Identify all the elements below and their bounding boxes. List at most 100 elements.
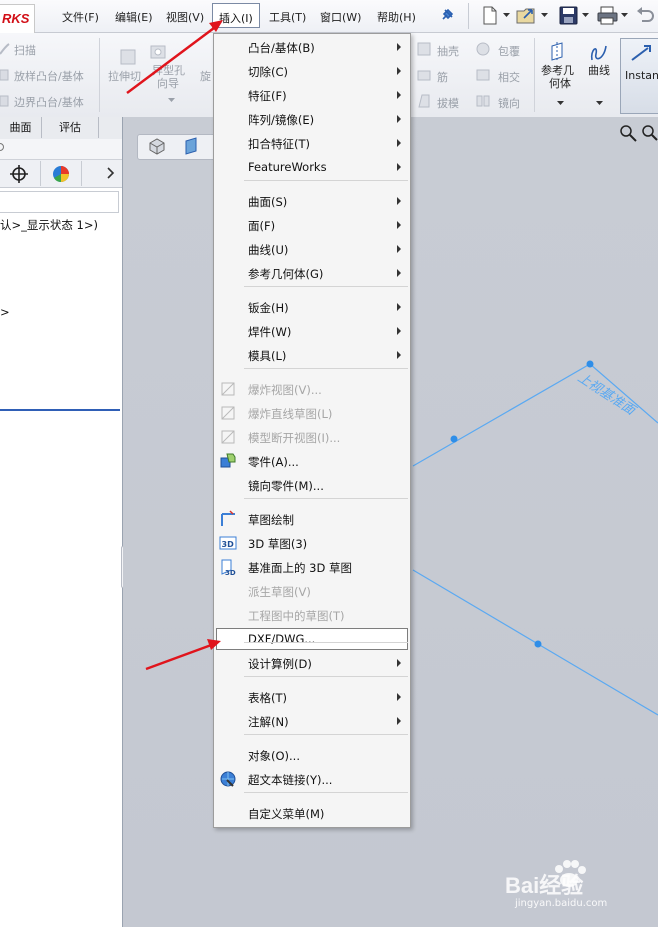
menu-separator bbox=[244, 792, 408, 793]
chevron-down-icon[interactable] bbox=[596, 101, 603, 106]
insert-menu-item[interactable]: 基准面上的 3D 草图 3D bbox=[214, 556, 410, 578]
rib-label[interactable]: 筋 bbox=[437, 69, 448, 85]
insert-menu-item[interactable]: 钣金(H) bbox=[214, 296, 410, 318]
hole-wizard-label-2[interactable]: 向导 bbox=[157, 75, 179, 91]
insert-menu-item-label: 3D 草图(3) bbox=[248, 537, 308, 551]
insert-menu-item[interactable]: 对象(O)... bbox=[214, 744, 410, 766]
tab-surfaces[interactable]: 曲面 bbox=[0, 117, 42, 138]
submenu-arrow-icon bbox=[397, 197, 401, 205]
revolve-cut-label[interactable]: 旋 bbox=[200, 68, 211, 84]
tree-item-label[interactable]: > bbox=[0, 305, 10, 319]
wrap-label[interactable]: 包覆 bbox=[498, 43, 520, 59]
loft-boss-icon bbox=[0, 69, 9, 81]
insert-menu-item[interactable]: 切除(C) bbox=[214, 60, 410, 82]
chevron-down-icon[interactable] bbox=[621, 13, 628, 18]
insert-menu-item-label: 基准面上的 3D 草图 bbox=[248, 561, 352, 575]
menu-insert[interactable]: 插入(I) bbox=[212, 3, 260, 28]
menu-tools[interactable]: 工具(T) bbox=[269, 9, 306, 25]
insert-menu-item[interactable]: 参考几何体(G) bbox=[214, 262, 410, 284]
save-icon[interactable] bbox=[559, 6, 578, 25]
insert-menu-item-label: 设计算例(D) bbox=[248, 657, 312, 671]
appearance-pie-icon bbox=[53, 166, 69, 183]
filter-icon[interactable] bbox=[0, 143, 6, 153]
insert-menu-item[interactable]: 零件(A)... bbox=[214, 450, 410, 472]
3d-sketch-on-plane-icon: 3D bbox=[221, 559, 236, 576]
tree-root-label[interactable]: 认>_显示状态 1>) bbox=[0, 217, 98, 233]
insert-menu-item[interactable]: 表格(T) bbox=[214, 686, 410, 708]
extrude-cut-label[interactable]: 拉伸切 bbox=[108, 68, 141, 84]
instant3d-label[interactable]: Instant bbox=[625, 69, 658, 82]
insert-menu-item[interactable]: FeatureWorks bbox=[214, 156, 410, 178]
submenu-arrow-icon bbox=[397, 327, 401, 335]
crosshair-icon bbox=[10, 165, 28, 183]
insert-menu-item-label: 爆炸视图(V)... bbox=[248, 383, 322, 397]
insert-menu-item[interactable]: 超文本链接(Y)... bbox=[214, 768, 410, 790]
chevron-down-icon[interactable] bbox=[582, 13, 589, 18]
new-document-icon[interactable] bbox=[482, 6, 498, 25]
insert-menu-item-label: 表格(T) bbox=[248, 691, 287, 705]
explode-line-icon bbox=[221, 406, 235, 420]
chevron-down-icon[interactable] bbox=[503, 13, 510, 18]
tree-filter-field[interactable] bbox=[0, 191, 119, 213]
insert-menu-item[interactable]: 焊件(W) bbox=[214, 320, 410, 342]
tab-evaluate[interactable]: 评估 bbox=[42, 117, 99, 138]
insert-menu-item[interactable]: 3D 草图(3) 3D bbox=[214, 532, 410, 554]
insert-menu-item-label: FeatureWorks bbox=[248, 160, 327, 174]
undo-icon[interactable] bbox=[636, 7, 654, 23]
insert-menu-item[interactable]: 设计算例(D) bbox=[214, 652, 410, 674]
insert-menu-item: 派生草图(V) bbox=[214, 580, 410, 602]
submenu-arrow-icon bbox=[397, 67, 401, 75]
insert-menu-item[interactable]: 草图绘制 bbox=[214, 508, 410, 530]
insert-menu-item[interactable]: 阵列/镜像(E) bbox=[214, 108, 410, 130]
insert-menu-item-label: 镜向零件(M)... bbox=[248, 479, 324, 493]
submenu-arrow-icon bbox=[397, 245, 401, 253]
sweep-icon bbox=[0, 43, 10, 55]
shell-label[interactable]: 抽壳 bbox=[437, 43, 459, 59]
insert-menu-item[interactable]: 特征(F) bbox=[214, 84, 410, 106]
curves-icon[interactable] bbox=[588, 42, 610, 62]
chevron-right-icon[interactable] bbox=[107, 167, 115, 179]
insert-menu-item[interactable]: 曲面(S) bbox=[214, 190, 410, 212]
insert-menu-item[interactable]: 曲线(U) bbox=[214, 238, 410, 260]
mirror-label[interactable]: 镜向 bbox=[498, 95, 520, 111]
pin-icon[interactable] bbox=[440, 8, 454, 22]
boundary-boss-label[interactable]: 边界凸台/基体 bbox=[14, 94, 84, 110]
rib-icon bbox=[417, 70, 431, 81]
print-icon[interactable] bbox=[597, 6, 618, 25]
menu-edit[interactable]: 编辑(E) bbox=[115, 9, 153, 25]
loft-boss-label[interactable]: 放样凸台/基体 bbox=[14, 68, 84, 84]
tab-display-manager[interactable] bbox=[41, 161, 82, 186]
curves-label[interactable]: 曲线 bbox=[588, 62, 610, 78]
submenu-arrow-icon bbox=[397, 659, 401, 667]
reference-geometry-label-2[interactable]: 何体 bbox=[549, 75, 571, 91]
menu-help[interactable]: 帮助(H) bbox=[377, 9, 416, 25]
watermark-url: jingyan.baidu.com bbox=[515, 898, 608, 909]
insert-menu-item[interactable]: 面(F) bbox=[214, 214, 410, 236]
insert-menu-item[interactable]: 模具(L) bbox=[214, 344, 410, 366]
rollback-bar[interactable] bbox=[0, 409, 120, 411]
insert-menu-item[interactable]: 扣合特征(T) bbox=[214, 132, 410, 154]
reference-geometry-icon[interactable] bbox=[549, 42, 571, 62]
plane-handle-point bbox=[534, 640, 542, 648]
menu-insert-label: 插入(I) bbox=[219, 12, 253, 25]
menu-window[interactable]: 窗口(W) bbox=[320, 9, 361, 25]
menu-file[interactable]: 文件(F) bbox=[62, 9, 99, 25]
chevron-down-icon[interactable] bbox=[557, 101, 564, 106]
intersect-label[interactable]: 相交 bbox=[498, 69, 520, 85]
sweep-label[interactable]: 扫描 bbox=[14, 42, 36, 58]
draft-label[interactable]: 拔模 bbox=[437, 95, 459, 111]
toolbar-divider bbox=[99, 38, 100, 112]
chevron-down-icon[interactable] bbox=[541, 13, 548, 18]
menu-view[interactable]: 视图(V) bbox=[166, 9, 204, 25]
insert-menu-item[interactable]: 注解(N) bbox=[214, 710, 410, 732]
insert-menu-item[interactable]: 镜向零件(M)... bbox=[214, 474, 410, 496]
insert-menu-item[interactable]: 凸台/基体(B) bbox=[214, 36, 410, 58]
open-folder-icon[interactable] bbox=[516, 6, 538, 25]
menu-separator bbox=[244, 734, 408, 735]
insert-menu-item: 工程图中的草图(T) bbox=[214, 604, 410, 626]
chevron-down-icon[interactable] bbox=[168, 98, 175, 103]
insert-menu-item[interactable]: DXF/DWG... bbox=[214, 628, 410, 650]
insert-menu-item: 模型断开视图(I)... bbox=[214, 426, 410, 448]
tab-dimxpert-manager[interactable] bbox=[0, 161, 41, 186]
insert-menu-item[interactable]: 自定义菜单(M) bbox=[214, 802, 410, 824]
